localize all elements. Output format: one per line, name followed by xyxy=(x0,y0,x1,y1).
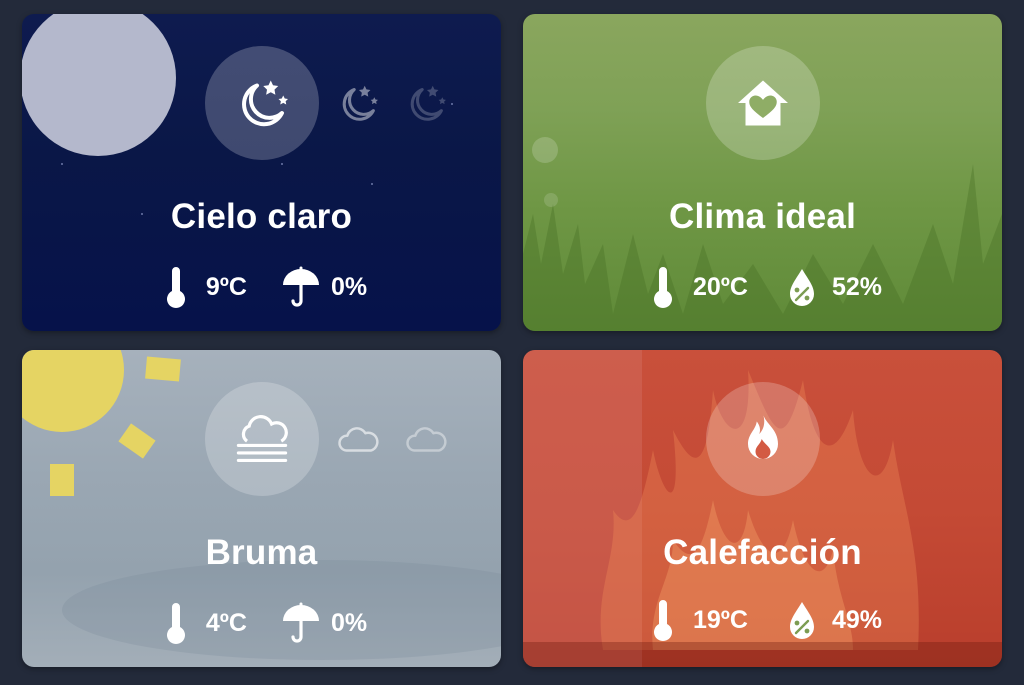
temperature-value: 19ºC xyxy=(692,605,748,634)
stats-row: 4ºC 0% xyxy=(22,601,501,645)
humidity-icon xyxy=(782,265,822,309)
temperature-stat: 9ºC xyxy=(156,265,247,309)
temperature-stat: 19ºC xyxy=(643,598,748,642)
humidity-stat: 52% xyxy=(782,265,882,309)
weather-card-mist[interactable]: Bruma 4ºC 0% xyxy=(22,350,501,667)
weather-card-heating[interactable]: Calefacción 19ºC 49% xyxy=(523,350,1002,667)
temperature-value: 9ºC xyxy=(205,272,247,301)
humidity-icon xyxy=(782,598,822,642)
temperature-value: 4ºC xyxy=(205,608,247,637)
stats-row: 20ºC 52% xyxy=(523,265,1002,309)
moon-stars-icon xyxy=(335,80,381,126)
temperature-value: 20ºC xyxy=(692,272,748,301)
cloud-icon xyxy=(335,416,381,462)
precipitation-stat: 0% xyxy=(281,601,367,645)
temperature-stat: 4ºC xyxy=(156,601,247,645)
moon-stars-icon xyxy=(232,73,292,133)
thermometer-icon xyxy=(156,601,196,645)
thermometer-icon xyxy=(643,265,683,309)
humidity-value: 49% xyxy=(831,605,883,634)
moon-shape xyxy=(22,14,176,156)
moon-stars-icon xyxy=(403,80,449,126)
fog-icon xyxy=(232,409,292,469)
humidity-stat: 49% xyxy=(782,598,882,642)
precipitation-value: 0% xyxy=(330,608,368,637)
umbrella-icon xyxy=(281,601,321,645)
card-title: Bruma xyxy=(205,533,318,572)
humidity-value: 52% xyxy=(831,272,883,301)
temperature-stat: 20ºC xyxy=(643,265,748,309)
thermometer-icon xyxy=(156,265,196,309)
thermometer-icon xyxy=(643,598,683,642)
home-heart-icon xyxy=(733,73,793,133)
card-title: Cielo claro xyxy=(170,197,353,236)
stats-row: 9ºC 0% xyxy=(22,265,501,309)
cloud-icon xyxy=(403,416,449,462)
umbrella-icon xyxy=(281,265,321,309)
card-title: Clima ideal xyxy=(669,197,856,236)
fire-icon xyxy=(733,409,793,469)
weather-card-ideal-climate[interactable]: Clima ideal 20ºC 52% xyxy=(523,14,1002,331)
weather-card-clear-sky[interactable]: Cielo claro 9ºC 0% xyxy=(22,14,501,331)
card-title: Calefacción xyxy=(663,533,862,572)
precipitation-stat: 0% xyxy=(281,265,367,309)
precipitation-value: 0% xyxy=(330,272,368,301)
sun-shape xyxy=(22,350,124,432)
stats-row: 19ºC 49% xyxy=(523,598,1002,642)
